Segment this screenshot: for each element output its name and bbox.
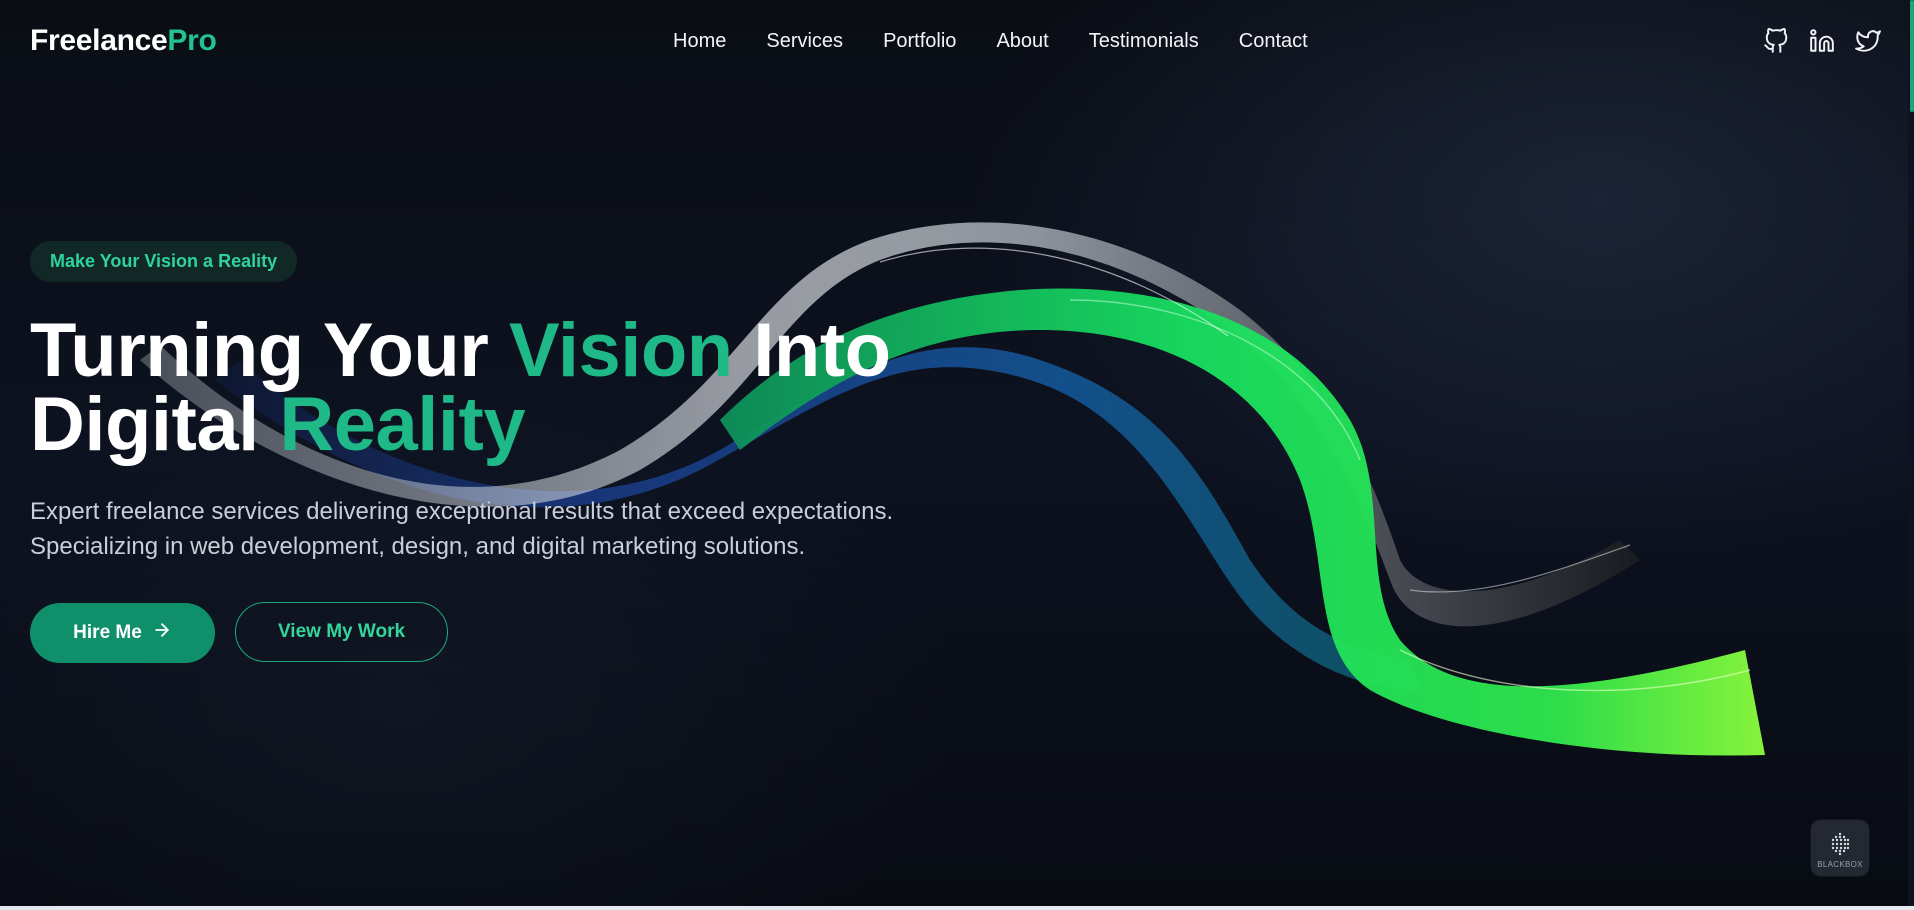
hire-me-button[interactable]: Hire Me (30, 603, 215, 663)
headline-part2: Into (732, 308, 891, 393)
blackbox-widget[interactable]: BLACKBOX (1811, 820, 1869, 876)
hero-badge: Make Your Vision a Reality (30, 241, 298, 282)
hero-description-line1: Expert freelance services delivering exc… (30, 498, 894, 525)
arrow-right-icon (152, 620, 172, 646)
hero-headline: Turning Your Vision Into Digital Reality (30, 313, 891, 463)
bottom-divider (0, 906, 1914, 910)
headline-part1: Turning Your (30, 308, 510, 393)
github-icon[interactable] (1763, 28, 1789, 54)
blackbox-label: BLACKBOX (1817, 860, 1863, 869)
hire-me-label: Hire Me (73, 622, 142, 643)
site-logo[interactable]: FreelancePro (30, 24, 217, 58)
nav-contact[interactable]: Contact (1239, 30, 1308, 53)
nav-portfolio[interactable]: Portfolio (883, 30, 956, 53)
headline-part3: Digital (30, 382, 280, 467)
headline-highlight-vision: Vision (509, 308, 733, 393)
logo-main-text: Freelance (30, 24, 168, 57)
page-scrollbar[interactable] (1908, 0, 1914, 910)
view-my-work-label: View My Work (277, 621, 406, 642)
page: FreelancePro Home Services Portfolio Abo… (0, 0, 1914, 910)
main-nav: Home Services Portfolio About Testimonia… (673, 30, 1348, 53)
hero-description: Expert freelance services delivering exc… (30, 494, 990, 564)
nav-services[interactable]: Services (766, 30, 843, 53)
linkedin-icon[interactable] (1809, 28, 1835, 54)
scrollbar-thumb[interactable] (1910, 0, 1914, 112)
nav-home[interactable]: Home (673, 30, 726, 53)
hero-description-line2: Specializing in web development, design,… (30, 533, 806, 560)
social-links (1763, 28, 1881, 54)
twitter-icon[interactable] (1855, 28, 1881, 54)
view-my-work-button[interactable]: View My Work (235, 602, 448, 662)
site-header: FreelancePro Home Services Portfolio Abo… (0, 0, 1900, 86)
nav-testimonials[interactable]: Testimonials (1089, 30, 1199, 53)
logo-accent-text: Pro (167, 24, 217, 57)
nav-about[interactable]: About (996, 30, 1048, 53)
headline-highlight-reality: Reality (279, 382, 526, 467)
